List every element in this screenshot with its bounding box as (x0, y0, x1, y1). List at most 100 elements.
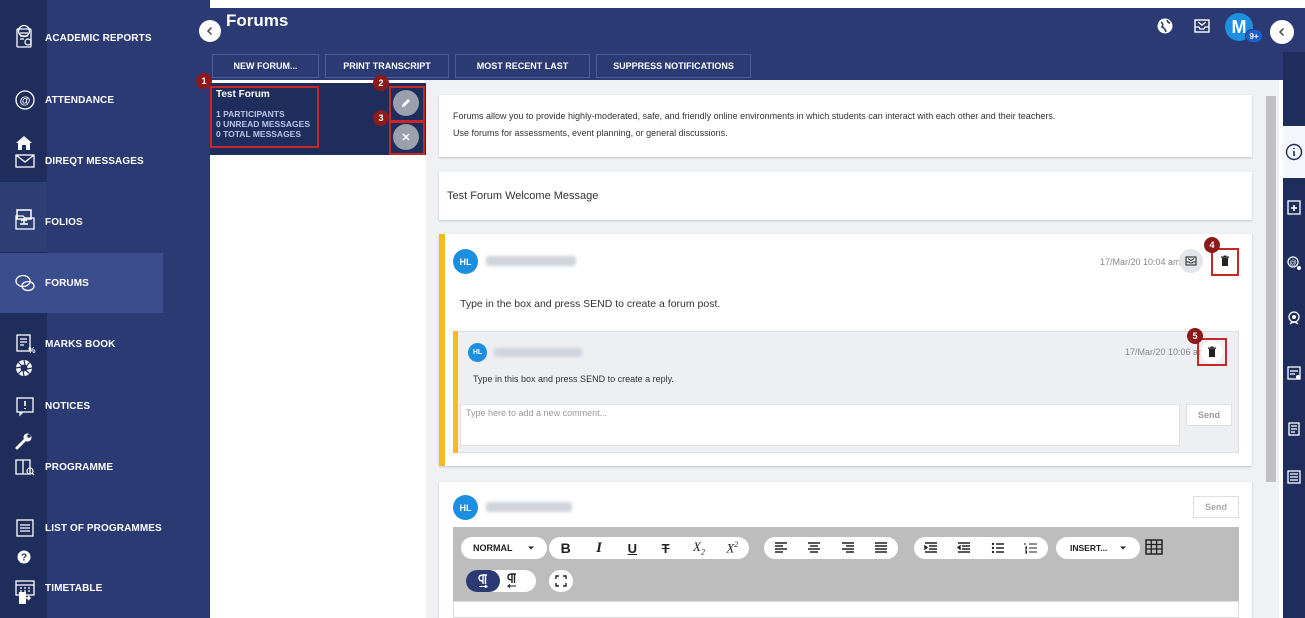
ltr-icon (478, 574, 488, 588)
align-center-icon[interactable] (807, 542, 821, 554)
list-group (914, 537, 1048, 559)
print-transcript-button[interactable]: PRINT TRANSCRIPT (325, 54, 449, 78)
numbered-list-icon[interactable] (1024, 542, 1038, 554)
outdent-icon[interactable] (957, 542, 971, 554)
support-icon[interactable] (1283, 307, 1305, 329)
fullscreen-icon (555, 575, 567, 587)
top-header (197, 8, 1305, 52)
nav-label: LIST OF PROGRAMMES (45, 522, 162, 534)
nav-academic-reports[interactable]: ACADEMIC REPORTS (0, 8, 163, 68)
grades-icon[interactable] (1283, 362, 1305, 384)
new-forum-button[interactable]: NEW FORUM... (212, 54, 319, 78)
nav-timetable[interactable]: TIMETABLE (0, 558, 163, 618)
at-sign-icon: @ (14, 89, 36, 111)
new-post-author-name (486, 502, 572, 512)
format-select[interactable]: NORMAL (461, 537, 547, 559)
callout-2: 2 (373, 75, 389, 91)
comment-send-button[interactable]: Send (1186, 404, 1232, 426)
nav-attendance[interactable]: @ ATTENDANCE (0, 70, 163, 130)
chevron-left-icon (1278, 27, 1285, 37)
align-left-icon[interactable] (774, 542, 788, 554)
nav-label: PROGRAMME (45, 461, 114, 473)
post-accent-bar (439, 234, 445, 466)
folder-icon (14, 211, 36, 233)
table-icon[interactable] (1145, 539, 1163, 555)
rtl-icon[interactable] (505, 573, 519, 589)
globe-icon[interactable] (1156, 17, 1174, 35)
message-author-button[interactable] (1179, 249, 1203, 273)
forum-list (210, 80, 426, 618)
info-line-2: Use forums for assessments, event planni… (453, 128, 728, 138)
callout-box-5 (1197, 338, 1227, 366)
indent-icon[interactable] (924, 542, 938, 554)
callout-box-1 (210, 86, 319, 148)
nav-notices[interactable]: NOTICES (0, 376, 163, 436)
nav-label: ACADEMIC REPORTS (45, 32, 152, 44)
chevron-left-icon (206, 26, 213, 36)
nav-programme[interactable]: PROGRAMME (0, 437, 163, 497)
calendar-icon (14, 577, 36, 599)
insert-select[interactable]: INSERT... (1056, 537, 1140, 559)
nav-label: NOTICES (45, 400, 91, 412)
post-author-name (486, 256, 576, 266)
nav-label: DIREQT MESSAGES (45, 155, 144, 167)
bold-icon[interactable]: B (555, 540, 577, 556)
most-recent-last-button[interactable]: MOST RECENT LAST (455, 54, 590, 78)
document-icon[interactable] (1283, 466, 1305, 488)
avatar: HL (453, 495, 478, 520)
post-timestamp: 17/Mar/20 10:04 am (1100, 257, 1181, 267)
reply-text: Type in this box and press SEND to creat… (473, 374, 674, 384)
back-button[interactable] (199, 20, 221, 42)
text-style-group: B I U T X2 X2 (549, 537, 749, 559)
collapse-panel-button[interactable] (1270, 20, 1294, 44)
format-select-label: NORMAL (473, 543, 513, 553)
subscript-icon[interactable]: X2 (688, 539, 710, 557)
ltr-button[interactable] (466, 570, 500, 592)
notice-icon (14, 395, 36, 417)
nav-list-of-programmes[interactable]: LIST OF PROGRAMMES (0, 498, 163, 558)
nav-label: MARKS BOOK (45, 338, 116, 350)
caret-down-icon (527, 546, 534, 550)
mail-icon (14, 150, 36, 172)
align-right-icon[interactable] (841, 542, 855, 554)
medical-icon[interactable] (1283, 196, 1305, 218)
welcome-message: Test Forum Welcome Message (447, 190, 599, 202)
underline-icon[interactable]: U (621, 541, 643, 556)
nav-direqt-messages[interactable]: DIREQT MESSAGES (0, 131, 163, 191)
italic-icon[interactable]: I (588, 540, 610, 557)
post-editor-area[interactable] (453, 601, 1239, 618)
nav-label: TIMETABLE (45, 582, 103, 594)
scroll-thumb[interactable] (1266, 96, 1276, 482)
nav-marks-book[interactable]: % MARKS BOOK (0, 314, 163, 374)
svg-text:@: @ (1289, 260, 1296, 267)
contact-icon[interactable]: @ (1283, 252, 1305, 274)
nav-forums[interactable]: FORUMS (0, 253, 163, 313)
bullet-list-icon[interactable] (991, 542, 1005, 554)
avatar: HL (468, 343, 487, 362)
nav-folios[interactable]: FOLIOS (0, 192, 163, 252)
post-text: Type in the box and press SEND to create… (460, 298, 721, 310)
info-line-1: Forums allow you to provide highly-moder… (453, 111, 1056, 121)
list-icon (14, 517, 36, 539)
post-send-button[interactable]: Send (1193, 496, 1239, 518)
strikethrough-icon[interactable]: T (655, 541, 677, 556)
reply-timestamp: 17/Mar/20 10:06 am (1125, 347, 1206, 357)
superscript-icon[interactable]: X2 (721, 540, 743, 556)
comment-input[interactable]: Type here to add a new comment... (460, 404, 1180, 446)
align-justify-icon[interactable] (874, 542, 888, 554)
alignment-group (764, 537, 898, 559)
inbox-icon (1185, 256, 1197, 266)
inbox-icon[interactable] (1193, 17, 1211, 35)
reply-accent-bar (453, 331, 458, 453)
nav-label: ATTENDANCE (45, 94, 115, 106)
report-icon (14, 27, 36, 49)
page-title: Forums (226, 11, 289, 30)
info-icon[interactable] (1283, 141, 1305, 163)
notes-icon[interactable] (1283, 418, 1305, 440)
forum-chat-icon (14, 272, 36, 294)
fullscreen-button[interactable] (549, 570, 573, 592)
reply-author-name (494, 348, 582, 357)
svg-text:@: @ (20, 95, 31, 107)
nav-label: FORUMS (45, 277, 89, 289)
suppress-notifications-button[interactable]: SUPPRESS NOTIFICATIONS (596, 54, 751, 78)
